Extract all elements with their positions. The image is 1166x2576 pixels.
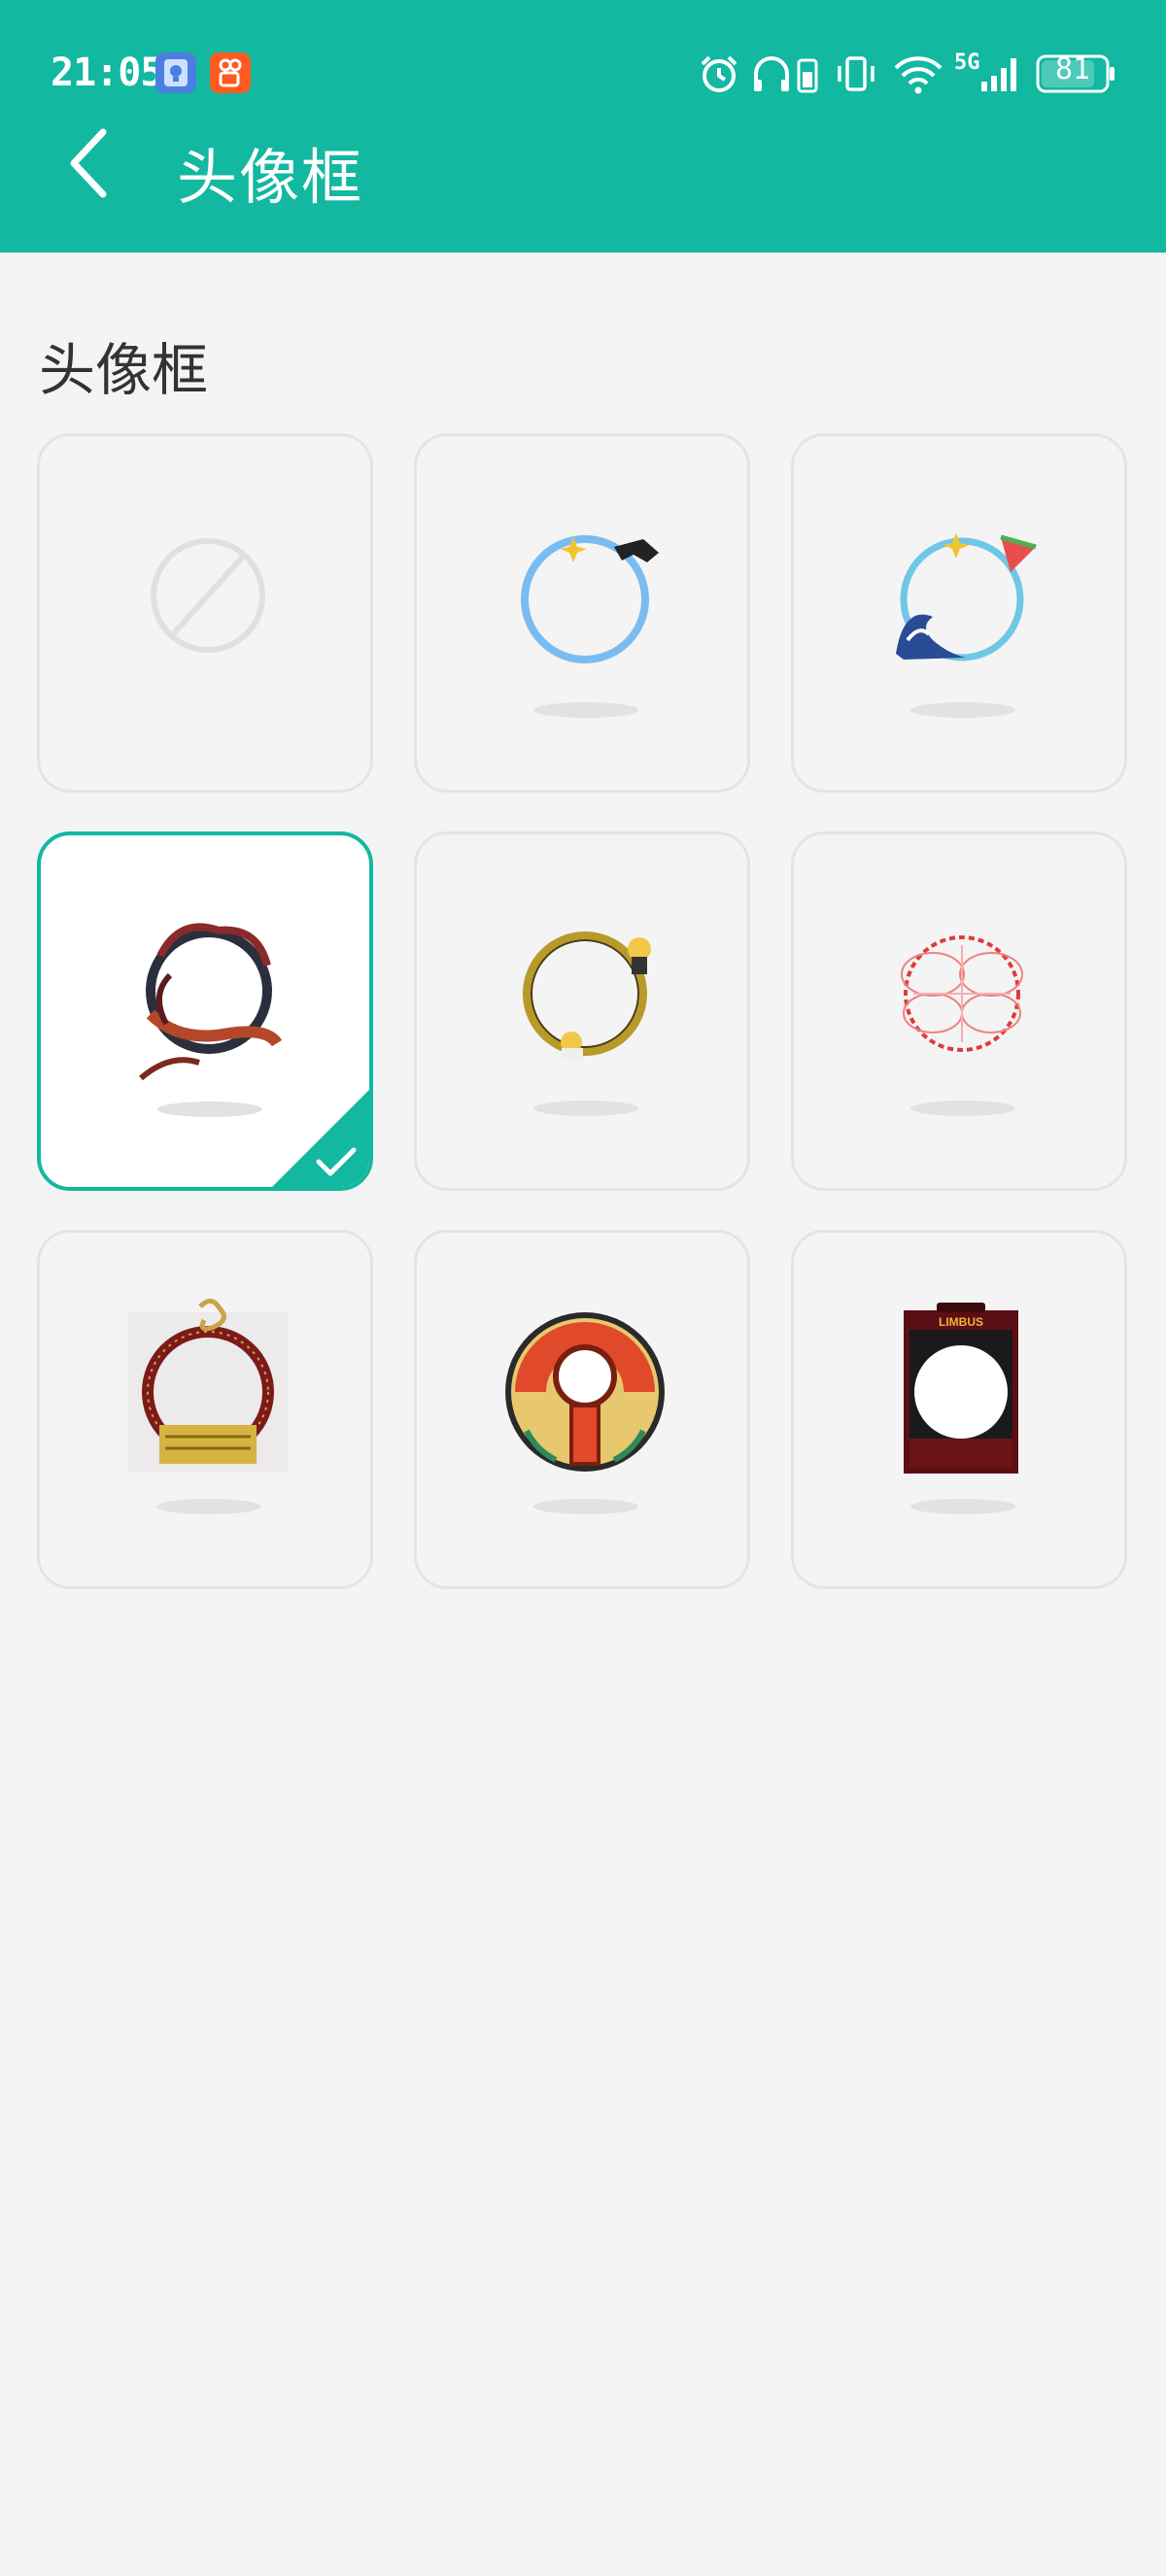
frame-option-none[interactable] xyxy=(37,433,373,793)
limbus-label: LIMBUS xyxy=(939,1315,983,1329)
kuaishou-app-icon xyxy=(210,52,251,93)
frame-shadow xyxy=(910,1101,1015,1116)
frame-option-orange-emblem[interactable] xyxy=(414,1230,750,1589)
frame-option-sunglasses[interactable] xyxy=(414,433,750,793)
status-time: 21:05 xyxy=(51,51,163,95)
frame-shadow xyxy=(533,702,638,718)
battery-level: 81 xyxy=(1054,52,1091,86)
orange-emblem-frame-icon xyxy=(505,1312,665,1472)
wifi-icon xyxy=(894,56,943,94)
network-type: 5G xyxy=(954,51,980,75)
signal-icon xyxy=(981,58,1016,91)
frame-option-dragon[interactable] xyxy=(37,831,373,1191)
frame-option-gold-anime[interactable] xyxy=(414,831,750,1191)
no-frame-icon xyxy=(151,538,265,653)
frame-shadow xyxy=(533,1499,638,1514)
frame-shadow xyxy=(910,702,1015,718)
section-title: 头像框 xyxy=(39,337,209,403)
red-floral-frame-icon xyxy=(901,935,1023,1052)
photo-app-icon xyxy=(155,52,196,93)
alarm-icon xyxy=(701,55,737,92)
sunglasses-frame-icon xyxy=(521,535,659,663)
frame-option-jackpot-red[interactable] xyxy=(37,1230,373,1589)
top-app-bar: 21:05 5G 81 头像框 xyxy=(0,0,1166,253)
jackpot-frame-icon xyxy=(128,1299,288,1472)
selected-check-icon xyxy=(272,1090,369,1187)
limbus-card-frame-icon: LIMBUS xyxy=(904,1303,1018,1474)
frame-shadow xyxy=(157,1102,262,1117)
gold-anime-frame-icon xyxy=(523,932,651,1060)
wave-watermelon-frame-icon xyxy=(896,533,1037,661)
headphones-battery-icon xyxy=(754,56,818,93)
dragon-frame-icon xyxy=(139,923,283,1081)
frame-option-wave-watermelon[interactable] xyxy=(791,433,1127,793)
frame-shadow xyxy=(910,1499,1015,1514)
frame-option-limbus-card[interactable]: LIMBUS xyxy=(791,1230,1127,1589)
page-title: 头像框 xyxy=(177,142,364,213)
frame-shadow xyxy=(156,1499,261,1514)
frame-shadow xyxy=(533,1101,638,1116)
vibrate-icon xyxy=(838,56,874,91)
back-arrow-icon[interactable] xyxy=(60,124,119,202)
frame-option-red-floral[interactable] xyxy=(791,831,1127,1191)
